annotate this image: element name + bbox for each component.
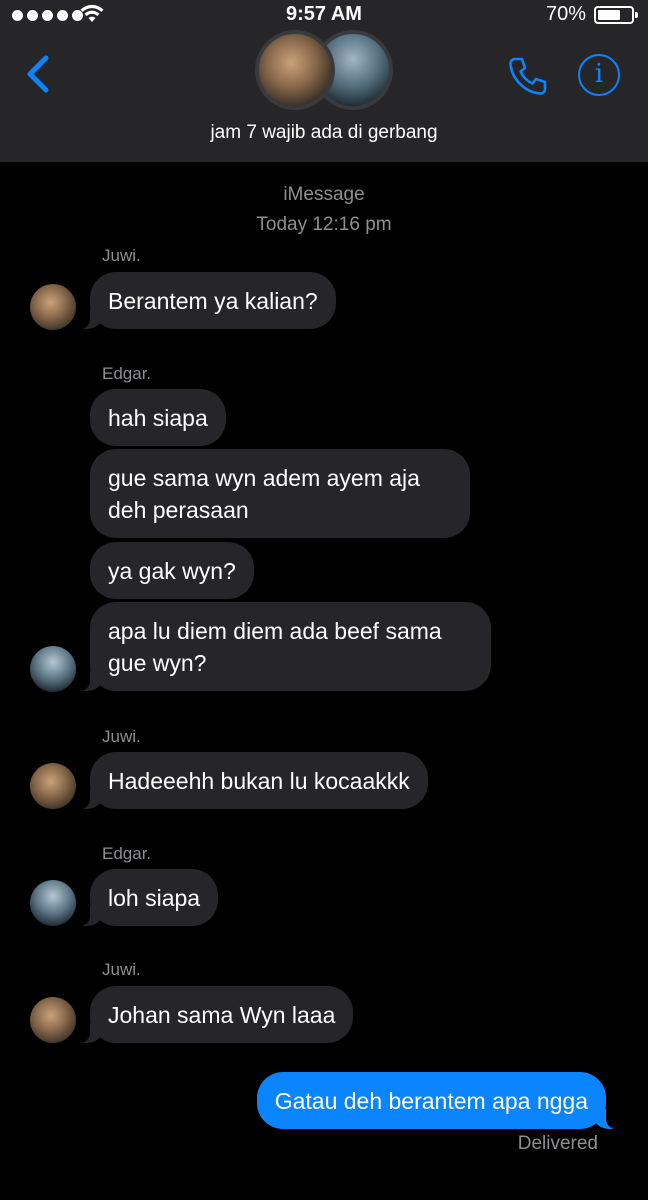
sender-name: Edgar. (102, 364, 152, 383)
service-label: iMessage (283, 184, 365, 205)
message-text: Hadeeehh bukan lu kocaakkk (108, 768, 410, 794)
message-bubble[interactable]: Berantem ya kalian? (80, 272, 336, 329)
message-text: Johan sama Wyn laaa (108, 1002, 336, 1028)
avatar[interactable] (30, 997, 76, 1043)
message-bubble[interactable]: Johan sama Wyn laaa (79, 986, 354, 1043)
message-bubble[interactable]: loh siapa (79, 869, 219, 926)
outgoing-message-bubble[interactable]: Gatau deh berantem apa ngga (256, 1072, 617, 1129)
info-icon[interactable]: i (578, 54, 620, 96)
conversation-timestamp: Today 12:16 pm (256, 214, 392, 235)
sender-name: Juwi. (102, 246, 141, 265)
group-avatar-juwi (255, 30, 335, 110)
message-text: ya gak wyn? (108, 558, 236, 584)
message-bubble[interactable]: apa lu diem diem ada beef sama gue wyn? (80, 602, 491, 691)
message-text: Berantem ya kalian? (108, 288, 318, 314)
chevron-left-icon[interactable] (22, 52, 56, 96)
message-bubble[interactable]: ya gak wyn? (90, 542, 254, 599)
avatar[interactable] (30, 880, 76, 926)
message-text: Gatau deh berantem apa ngga (274, 1088, 588, 1114)
avatar[interactable] (30, 284, 76, 330)
message-text: loh siapa (108, 885, 201, 911)
message-text: apa lu diem diem ada beef sama gue wyn? (108, 618, 442, 676)
avatar[interactable] (30, 646, 76, 692)
avatar[interactable] (30, 763, 76, 809)
group-avatars[interactable] (255, 30, 395, 112)
status-bar: 9:57 AM 70% (0, 0, 648, 30)
conversation-header: 9:57 AM 70% jam 7 wajib ada di gerbang i (0, 0, 648, 162)
phone-icon[interactable] (506, 54, 550, 98)
group-name[interactable]: jam 7 wajib ada di gerbang (0, 122, 648, 144)
battery-icon (594, 6, 638, 24)
message-text: gue sama wyn adem ayem aja deh perasaan (108, 465, 420, 523)
sender-name: Juwi. (102, 727, 141, 746)
sender-name: Juwi. (102, 960, 141, 979)
message-bubble[interactable]: hah siapa (90, 389, 226, 446)
message-bubble[interactable]: gue sama wyn adem ayem aja deh perasaan (90, 449, 470, 538)
message-bubble[interactable]: Hadeeehh bukan lu kocaakkk (80, 752, 428, 809)
delivery-status: Delivered (517, 1133, 598, 1154)
message-text: hah siapa (108, 405, 208, 431)
battery-percentage: 70% (545, 3, 586, 25)
sender-name: Edgar. (102, 844, 152, 863)
